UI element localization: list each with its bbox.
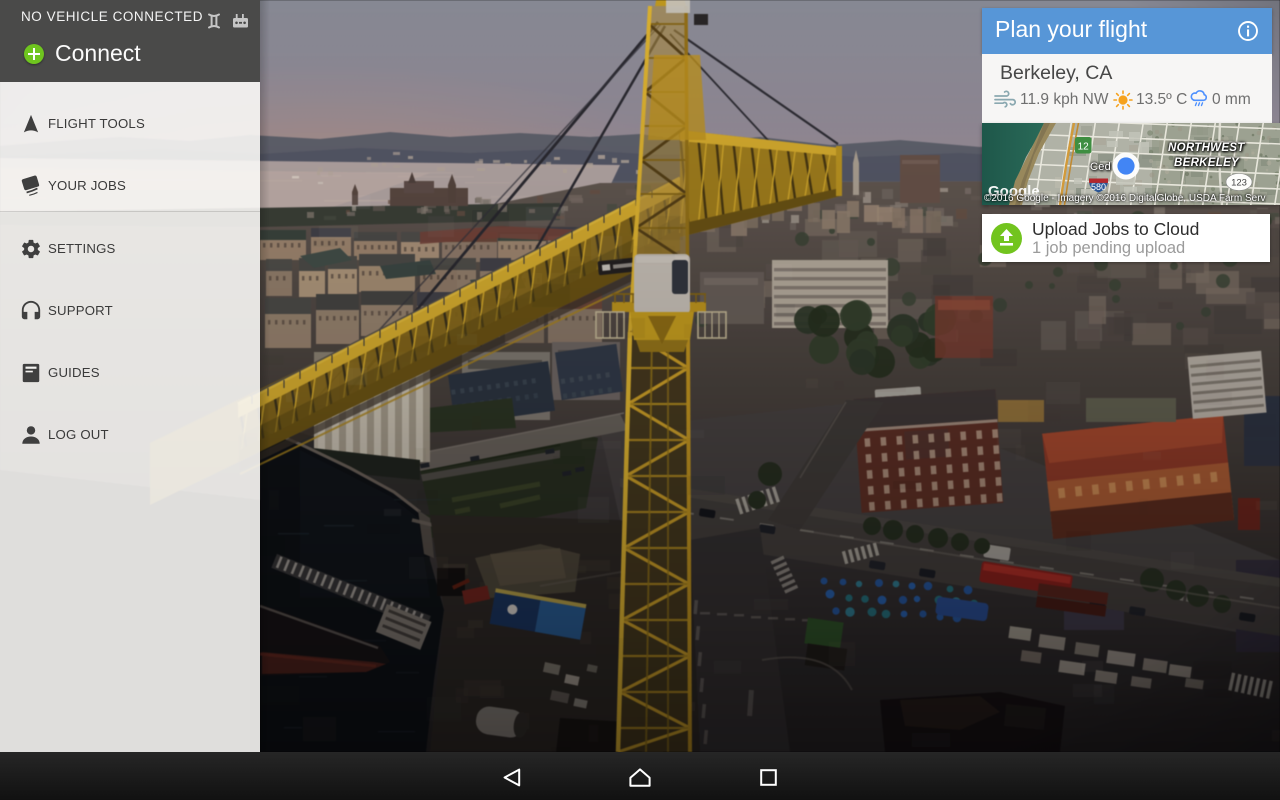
svg-text:580: 580 (1091, 182, 1106, 192)
svg-text:123: 123 (1231, 178, 1247, 189)
svg-text:12: 12 (1078, 141, 1090, 152)
